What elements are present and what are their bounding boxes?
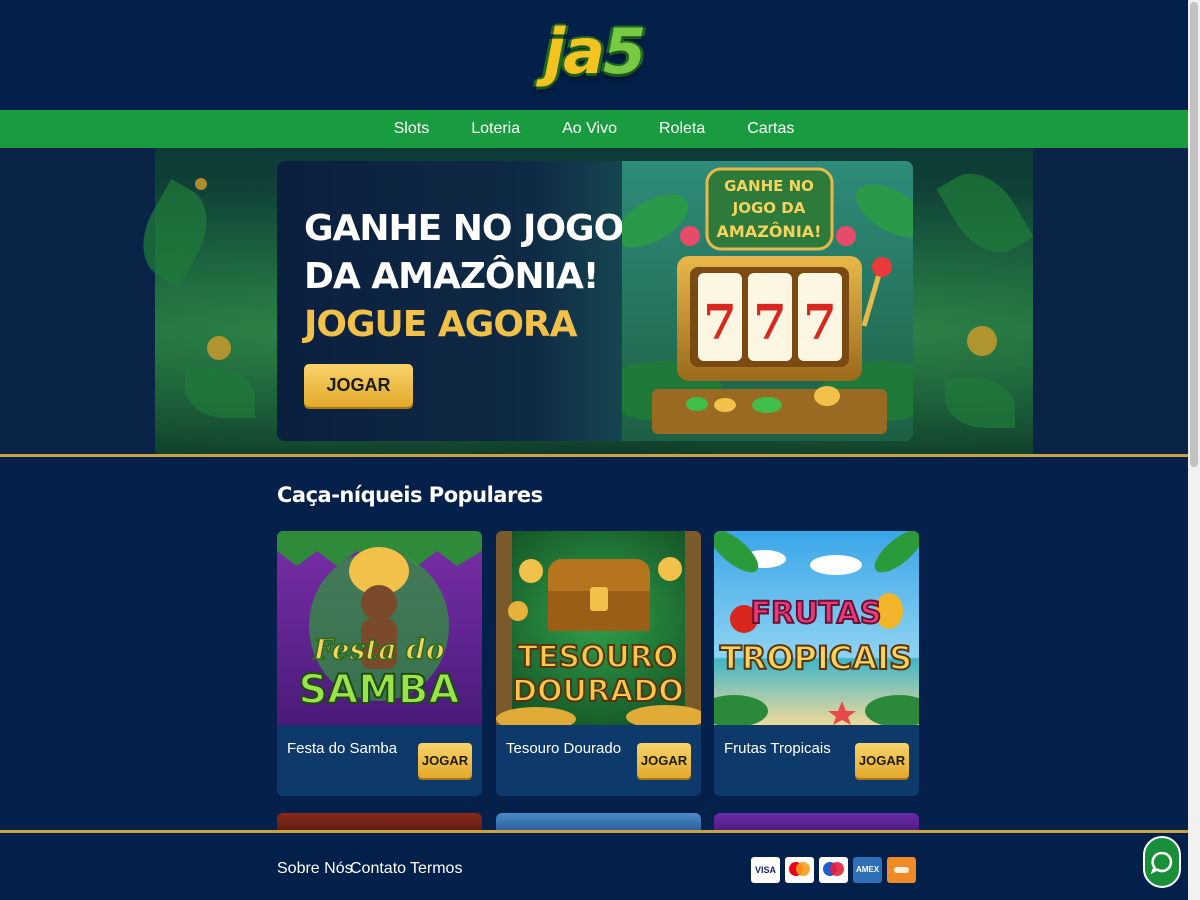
game-card-frutas-tropicais[interactable]: FRUTAS TROPICAIS Frutas Tropicais JOGAR	[714, 531, 919, 796]
hero-headline: GANHE NO JOGO DA AMAZÔNIA! JOGUE AGORA	[304, 205, 624, 349]
chat-bubble-icon	[1150, 851, 1173, 875]
nav-item-loteria[interactable]: Loteria	[450, 120, 541, 138]
festa-do-samba-thumbnail[interactable]: Festa do SAMBA	[277, 531, 482, 725]
site-header: ja5	[0, 0, 1188, 110]
hero-divider	[0, 454, 1188, 457]
hero-line-2: DA AMAZÔNIA!	[304, 256, 599, 297]
play-button-frutas-tropicais[interactable]: JOGAR	[855, 743, 909, 778]
ja5-logo[interactable]: ja5	[0, 10, 1188, 94]
hero-line-3: JOGUE AGORA	[304, 304, 578, 345]
art-title-line-1: GANHE NO	[724, 177, 814, 195]
reel-1-symbol: 7	[703, 295, 736, 351]
nav-item-roleta[interactable]: Roleta	[638, 120, 726, 138]
amex-icon: AMEX	[853, 857, 882, 883]
hero-section: GANHE NO JOGO DA AMAZÔNIA! JOGUE AGORA J…	[0, 148, 1188, 454]
tesouro-thumb-line-1: TESOURO	[517, 640, 678, 675]
hero-line-1: GANHE NO JOGO	[304, 208, 624, 249]
tesouro-thumb-line-2: DOURADO	[512, 674, 684, 709]
game-name: Tesouro Dourado	[506, 740, 622, 757]
logo-text-ja: ja	[543, 15, 605, 88]
reel-3-symbol: 7	[803, 295, 836, 351]
slot-machine-illustration: GANHE NO JOGO DA AMAZÔNIA! 7 7 7	[622, 161, 913, 441]
art-title-line-3: AMAZÔNIA!	[717, 222, 822, 241]
frutas-tropicais-thumbnail[interactable]: FRUTAS TROPICAIS	[714, 531, 919, 725]
tesouro-dourado-thumbnail[interactable]: TESOURO DOURADO	[496, 531, 701, 725]
frutas-thumb-line-1: FRUTAS	[751, 596, 882, 631]
game-name: Frutas Tropicais	[724, 740, 831, 757]
footer-link-contato[interactable]: Contato	[350, 860, 406, 878]
game-card-festa-do-samba[interactable]: Festa do SAMBA Festa do Samba JOGAR	[277, 531, 482, 796]
footer-link-sobre-nos[interactable]: Sobre Nós	[277, 860, 353, 878]
nav-item-cartas[interactable]: Cartas	[726, 120, 815, 138]
reel-2-symbol: 7	[753, 295, 786, 351]
pix-icon	[887, 857, 916, 883]
nav-item-slots[interactable]: Slots	[373, 120, 451, 138]
game-card-tesouro-dourado[interactable]: TESOURO DOURADO Tesouro Dourado JOGAR	[496, 531, 701, 796]
nav-item-ao-vivo[interactable]: Ao Vivo	[541, 120, 638, 138]
footer-link-termos[interactable]: Termos	[410, 860, 462, 878]
live-chat-button[interactable]	[1143, 836, 1181, 888]
hero-banner[interactable]: GANHE NO JOGO DA AMAZÔNIA! JOGUE AGORA J…	[277, 161, 913, 441]
frutas-thumb-line-2: TROPICAIS	[720, 639, 912, 677]
hero-play-button[interactable]: JOGAR	[304, 364, 413, 407]
art-title-line-2: JOGO DA	[732, 199, 806, 217]
game-name: Festa do Samba	[287, 740, 398, 757]
popular-slots-heading: Caça-níqueis Populares	[277, 483, 543, 507]
page-scrollbar[interactable]	[1188, 0, 1200, 900]
site-footer: Sobre Nós Contato Termos VISA AMEX	[0, 830, 1188, 900]
festa-thumb-line-2: SAMBA	[298, 667, 459, 713]
logo-text-5: 5	[602, 15, 646, 88]
scrollbar-thumb[interactable]	[1190, 2, 1198, 467]
play-button-festa-do-samba[interactable]: JOGAR	[418, 743, 472, 778]
mastercard-icon	[785, 857, 814, 883]
festa-thumb-line-1: Festa do	[312, 633, 444, 666]
maestro-icon	[819, 857, 848, 883]
main-nav: Slots Loteria Ao Vivo Roleta Cartas	[0, 110, 1188, 148]
play-button-tesouro-dourado[interactable]: JOGAR	[637, 743, 691, 778]
visa-icon: VISA	[751, 857, 780, 883]
